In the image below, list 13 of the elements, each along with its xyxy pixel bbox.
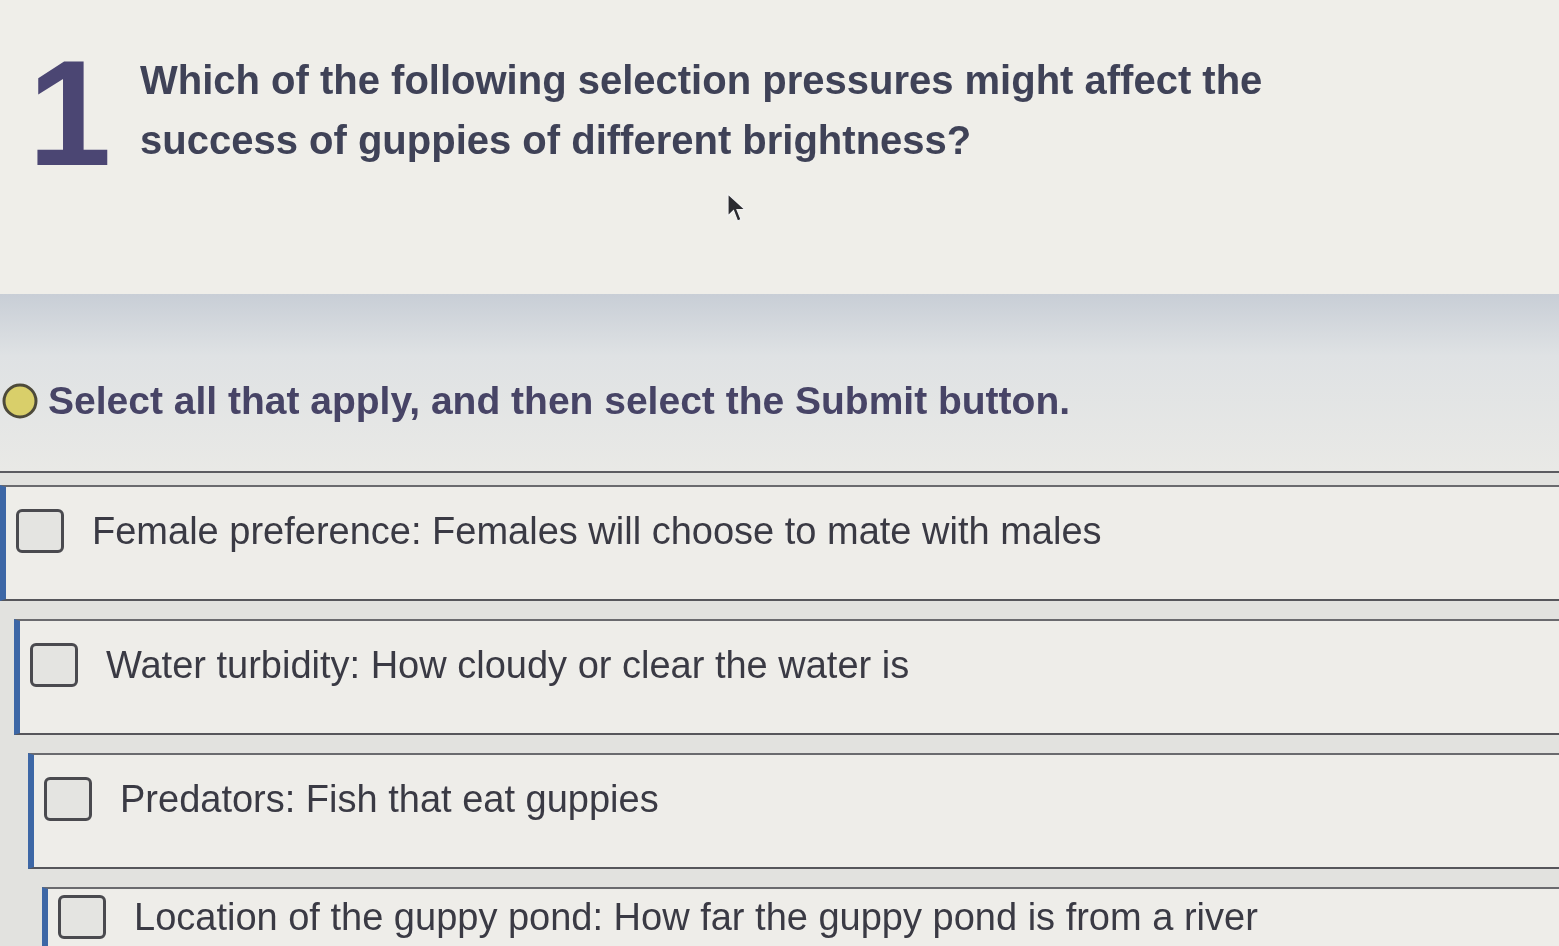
checkbox[interactable] [30, 643, 78, 688]
question-text: Which of the following selection pressures might affect the success of guppies of different brightness? [140, 57, 1264, 164]
option-label: Water turbidity: How cloudy or clear the water is [106, 643, 910, 689]
option-label: Predators: Fish that eat guppies [120, 777, 659, 823]
cursor-icon [727, 193, 747, 223]
option-label: Location of the guppy pond: How far the guppy pond is from a river [134, 895, 1258, 941]
checkbox[interactable] [16, 509, 64, 554]
info-icon [2, 383, 38, 420]
checkbox[interactable] [58, 895, 106, 940]
question-number: 1 [27, 38, 111, 188]
option-label: Female preference: Females will choose to mate with males [92, 509, 1102, 555]
instruction-text: Select all that apply, and then select the Submit button. [48, 377, 1071, 424]
checkbox[interactable] [44, 777, 92, 822]
